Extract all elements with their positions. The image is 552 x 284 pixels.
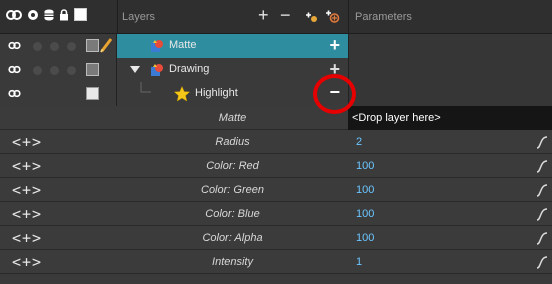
keyframe-navigator[interactable]: <+>	[12, 133, 42, 151]
onion-skin-icon[interactable]	[8, 64, 21, 75]
parameter-cell	[348, 82, 552, 106]
add-layer-button[interactable]: +	[258, 6, 269, 24]
database-toggle[interactable]	[50, 42, 59, 51]
annotation-circle	[313, 74, 356, 114]
color-swatch[interactable]	[86, 87, 99, 100]
function-curve-icon[interactable]	[536, 231, 548, 245]
parameter-cell	[348, 34, 552, 58]
toggle-column-headers	[6, 8, 87, 21]
layer-row-matte[interactable]: Matte +	[0, 34, 552, 58]
parameter-label: Color: Green	[201, 184, 264, 196]
function-curve-icon[interactable]	[536, 255, 548, 269]
parameter-row-color-blue: <+> Color: Blue 100	[0, 202, 552, 226]
expand-arrow-icon[interactable]	[130, 66, 140, 74]
add-peg-button[interactable]	[324, 9, 340, 27]
layer-toggles	[0, 58, 117, 82]
parameter-row-intensity: <+> Intensity 1	[0, 250, 552, 274]
parameter-value[interactable]: 100	[356, 208, 374, 220]
lock-header-icon[interactable]	[59, 8, 69, 21]
parameter-row-color-alpha: <+> Color: Alpha 100	[0, 226, 552, 250]
layer-name: Matte	[169, 39, 197, 51]
layer-row-drawing[interactable]: Drawing +	[0, 58, 552, 82]
onion-skin-icon[interactable]	[8, 88, 21, 99]
hierarchy-line-icon	[140, 82, 151, 93]
layer-name-cell[interactable]: Drawing +	[117, 58, 348, 82]
drop-zone-text: <Drop layer here>	[352, 112, 441, 124]
database-toggle[interactable]	[50, 66, 59, 75]
parameter-label: Color: Red	[206, 160, 259, 172]
timeline-panel: Layers + − Parameters Matte + Drawing + …	[0, 0, 552, 284]
keyframe-navigator[interactable]: <+>	[12, 157, 42, 175]
keyframe-navigator[interactable]: <+>	[12, 205, 42, 223]
highlight-star-icon	[174, 86, 190, 102]
layer-toggles	[0, 34, 117, 58]
keyframe-navigator[interactable]: <+>	[12, 229, 42, 247]
parameter-value[interactable]: 100	[356, 160, 374, 172]
function-curve-icon[interactable]	[536, 135, 548, 149]
layer-name: Drawing	[169, 63, 210, 75]
enable-header-icon[interactable]	[27, 9, 39, 21]
layer-add-effect-button[interactable]: +	[329, 36, 340, 54]
parameter-value[interactable]: 2	[356, 136, 362, 148]
keyframe-navigator[interactable]: <+>	[12, 253, 42, 271]
panel-header: Layers + − Parameters	[0, 0, 552, 34]
parameter-value[interactable]: 100	[356, 232, 374, 244]
parameter-value[interactable]: 100	[356, 184, 374, 196]
keyframe-navigator[interactable]: <+>	[12, 181, 42, 199]
lock-toggle[interactable]	[67, 66, 76, 75]
parameter-label: Radius	[215, 136, 250, 148]
color-swatch[interactable]	[86, 39, 99, 52]
parameter-label: Color: Blue	[205, 208, 260, 220]
database-header-icon[interactable]	[44, 9, 54, 21]
parameter-label: Intensity	[212, 256, 253, 268]
drawing-layer-icon	[151, 64, 163, 76]
enable-toggle[interactable]	[33, 42, 42, 51]
function-curve-icon[interactable]	[536, 159, 548, 173]
add-peg-icon	[326, 10, 340, 23]
color-swatch[interactable]	[86, 63, 99, 76]
layer-name-cell[interactable]: Matte +	[117, 34, 348, 58]
color-swatch-header-icon[interactable]	[74, 8, 87, 21]
header-divider	[348, 0, 349, 34]
function-curve-icon[interactable]	[536, 207, 548, 221]
parameter-cell	[348, 58, 552, 82]
parameter-label: Color: Alpha	[202, 232, 263, 244]
remove-layer-button[interactable]: −	[280, 6, 291, 24]
onion-skin-icon[interactable]	[8, 40, 21, 51]
parameters-title: Parameters	[355, 11, 412, 23]
function-curve-icon[interactable]	[536, 183, 548, 197]
parameter-row-color-red: <+> Color: Red 100	[0, 154, 552, 178]
lock-toggle[interactable]	[67, 42, 76, 51]
parameter-row-color-green: <+> Color: Green 100	[0, 178, 552, 202]
parameter-row-radius: <+> Radius 2	[0, 130, 552, 154]
header-divider	[117, 0, 118, 34]
layer-toggles	[0, 82, 117, 106]
parameter-label: Matte	[218, 112, 247, 124]
matte-parameter-row: Matte <Drop layer here>	[0, 106, 552, 130]
layer-name: Highlight	[195, 87, 238, 99]
pencil-icon	[100, 38, 113, 53]
matte-drop-zone[interactable]: <Drop layer here>	[348, 106, 552, 130]
add-effect-icon	[306, 12, 317, 22]
layer-row-highlight[interactable]: Highlight −	[0, 82, 552, 106]
enable-toggle[interactable]	[33, 66, 42, 75]
matte-layer-icon	[151, 40, 163, 52]
parameter-value[interactable]: 1	[356, 256, 362, 268]
onion-skin-header-icon[interactable]	[6, 9, 22, 21]
layers-title: Layers	[122, 11, 156, 23]
add-effect-button[interactable]	[304, 9, 318, 27]
